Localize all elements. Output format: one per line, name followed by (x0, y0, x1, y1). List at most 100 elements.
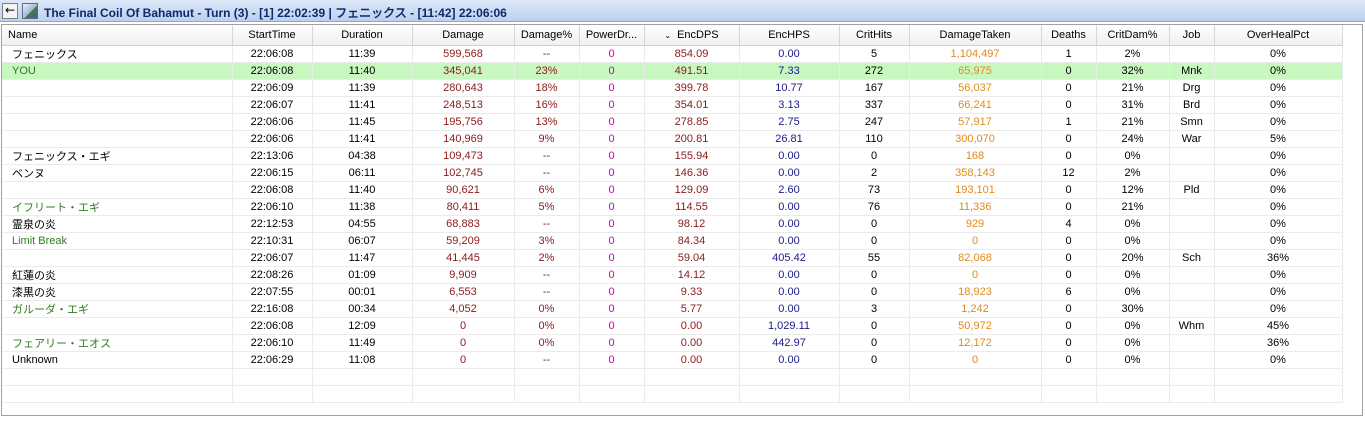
column-header-job[interactable]: Job (1169, 25, 1215, 46)
table-row[interactable]: フェアリー・エオス 22:06:10 11:49 0 0% 0 0.00 442.97 0 12,… (2, 334, 1343, 352)
table-row[interactable]: フェニックス・エギ 22:13:06 04:38 109,473 -- 0 155.94 0.… (2, 147, 1343, 165)
cell-encdps: 491.51 (644, 62, 740, 80)
cell-starttime: 22:06:06 (232, 130, 313, 148)
table-row[interactable]: フェニックス 22:06:08 11:39 599,568 -- 0 854.09 0.00 5… (2, 45, 1343, 63)
cell-damage-pct: -- (514, 351, 580, 369)
column-header-starttime[interactable]: StartTime (232, 25, 313, 46)
table-row[interactable]: 22:06:07 11:47 41,445 2% 0 59.04 405.42 55 82,06… (2, 249, 1343, 267)
cell-enchps: 0.00 (739, 164, 840, 182)
cell-damage: 6,553 (412, 283, 515, 301)
cell-name: イフリート・エギ (2, 198, 233, 216)
cell-overhealpct: 0% (1214, 147, 1343, 165)
table-row[interactable]: Limit Break 22:10:31 06:07 59,209 3% 0 84.34 0.… (2, 232, 1343, 250)
cell-duration: 00:34 (312, 300, 413, 318)
column-header-enchps[interactable]: EncHPS (739, 25, 840, 46)
column-header-duration[interactable]: Duration (312, 25, 413, 46)
cell-job (1169, 215, 1215, 233)
cell-deaths: 0 (1041, 96, 1097, 114)
cell-duration: 11:39 (312, 79, 413, 97)
cell-damage-pct: 2% (514, 249, 580, 267)
cell-name: フェニックス (2, 45, 233, 63)
cell-duration: 11:49 (312, 334, 413, 352)
table-row[interactable]: 22:06:06 11:41 140,969 9% 0 200.81 26.81 110 300… (2, 130, 1343, 148)
cell-critdam-pct: 0% (1096, 283, 1170, 301)
cell-enchps: 0.00 (739, 266, 840, 284)
cell-encdps: 399.78 (644, 79, 740, 97)
cell-crithits: 0 (839, 317, 910, 335)
column-header-critdam-pct[interactable]: CritDam% (1096, 25, 1170, 46)
table-row[interactable]: 22:06:08 12:09 0 0% 0 0.00 1,029.11 0 50,972 0 0% W… (2, 317, 1343, 335)
table-row[interactable]: イフリート・エギ 22:06:10 11:38 80,411 5% 0 114.55 0.00… (2, 198, 1343, 216)
cell-name (2, 130, 233, 148)
cell-damagetaken: 358,143 (909, 164, 1042, 182)
cell-name: Unknown (2, 351, 233, 369)
sort-desc-icon: ⌄ (664, 31, 672, 40)
cell-deaths: 0 (1041, 198, 1097, 216)
cell-critdam-pct: 2% (1096, 164, 1170, 182)
cell-enchps: 0.00 (739, 45, 840, 63)
table-row[interactable]: 漆黒の炎 22:07:55 00:01 6,553 -- 0 9.33 0.00 0 18,923… (2, 283, 1343, 301)
cell-enchps: 7.33 (739, 62, 840, 80)
cell-overhealpct: 0% (1214, 62, 1343, 80)
table-row[interactable]: Unknown 22:06:29 11:08 0 -- 0 0.00 0.00 0 0 0 0% 0% (2, 351, 1343, 369)
cell-name: 紅蓮の炎 (2, 266, 233, 284)
table-row[interactable]: 霊泉の炎 22:12:53 04:55 68,883 -- 0 98.12 0.00 0 929 4… (2, 215, 1343, 233)
cell-crithits: 0 (839, 232, 910, 250)
cell-powerdrain: 0 (579, 215, 645, 233)
cell-deaths: 0 (1041, 232, 1097, 250)
column-header-damage-pct[interactable]: Damage% (514, 25, 580, 46)
cell-name: Limit Break (2, 232, 233, 250)
column-header-overhealpct[interactable]: OverHealPct (1214, 25, 1343, 46)
table-row[interactable]: 22:06:08 11:40 90,621 6% 0 129.09 2.60 73 193,10… (2, 181, 1343, 199)
cell-deaths: 0 (1041, 249, 1097, 267)
table-row[interactable]: 紅蓮の炎 22:08:26 01:09 9,909 -- 0 14.12 0.00 0 0 0 0% 0… (2, 266, 1343, 284)
table-row[interactable]: 22:06:06 11:45 195,756 13% 0 278.85 2.75 247 57,… (2, 113, 1343, 131)
cell-powerdrain: 0 (579, 181, 645, 199)
title-bar: ← The Final Coil Of Bahamut - Turn (3) -… (0, 0, 1365, 22)
column-header-crithits[interactable]: CritHits (839, 25, 910, 46)
cell-damagetaken: 929 (909, 215, 1042, 233)
cell-damage-pct: 18% (514, 79, 580, 97)
cell-crithits: 2 (839, 164, 910, 182)
cell-damage-pct: 13% (514, 113, 580, 131)
column-header-damage[interactable]: Damage (412, 25, 515, 46)
column-header-name[interactable]: Name (2, 25, 233, 46)
cell-job (1169, 147, 1215, 165)
cell-damage-pct: -- (514, 164, 580, 182)
cell-duration: 00:01 (312, 283, 413, 301)
column-header-deaths[interactable]: Deaths (1041, 25, 1097, 46)
table-row[interactable]: YOU 22:06:08 11:40 345,041 23% 0 491.51 7.33 272… (2, 62, 1343, 80)
cell-job (1169, 283, 1215, 301)
window-title: The Final Coil Of Bahamut - Turn (3) - [… (44, 6, 507, 20)
cell-damage-pct: 5% (514, 198, 580, 216)
cell-enchps: 2.60 (739, 181, 840, 199)
cell-overhealpct: 0% (1214, 266, 1343, 284)
cell-enchps: 10.77 (739, 79, 840, 97)
cell-damagetaken: 65,975 (909, 62, 1042, 80)
cell-powerdrain: 0 (579, 96, 645, 114)
cell-enchps: 2.75 (739, 113, 840, 131)
cell-duration: 11:47 (312, 249, 413, 267)
cell-enchps: 405.42 (739, 249, 840, 267)
cell-name (2, 181, 233, 199)
cell-duration: 11:08 (312, 351, 413, 369)
left-arrow-icon[interactable]: ← (2, 3, 18, 19)
cell-damagetaken: 57,917 (909, 113, 1042, 131)
table-row[interactable]: 22:06:07 11:41 248,513 16% 0 354.01 3.13 337 66,… (2, 96, 1343, 114)
cell-critdam-pct: 2% (1096, 45, 1170, 63)
cell-deaths: 0 (1041, 147, 1097, 165)
table-row[interactable]: 22:06:09 11:39 280,643 18% 0 399.78 10.77 167 56… (2, 79, 1343, 97)
cell-damagetaken: 0 (909, 266, 1042, 284)
table-body: フェニックス 22:06:08 11:39 599,568 -- 0 854.09 0.00 5… (2, 45, 1343, 369)
table-row[interactable]: ガルーダ・エギ 22:16:08 00:34 4,052 0% 0 5.77 0.00 3 1,2… (2, 300, 1343, 318)
cell-enchps: 0.00 (739, 215, 840, 233)
cell-powerdrain: 0 (579, 79, 645, 97)
column-header-encdps[interactable]: ⌄ EncDPS (644, 25, 740, 46)
column-header-powerdrain[interactable]: PowerDr... (579, 25, 645, 46)
cell-damage-pct: 6% (514, 181, 580, 199)
cell-damagetaken: 56,037 (909, 79, 1042, 97)
cell-duration: 11:40 (312, 181, 413, 199)
table-row[interactable]: ベンヌ 22:06:15 06:11 102,745 -- 0 146.36 0.00 2 358… (2, 164, 1343, 182)
cell-starttime: 22:07:55 (232, 283, 313, 301)
column-header-damagetaken[interactable]: DamageTaken (909, 25, 1042, 46)
